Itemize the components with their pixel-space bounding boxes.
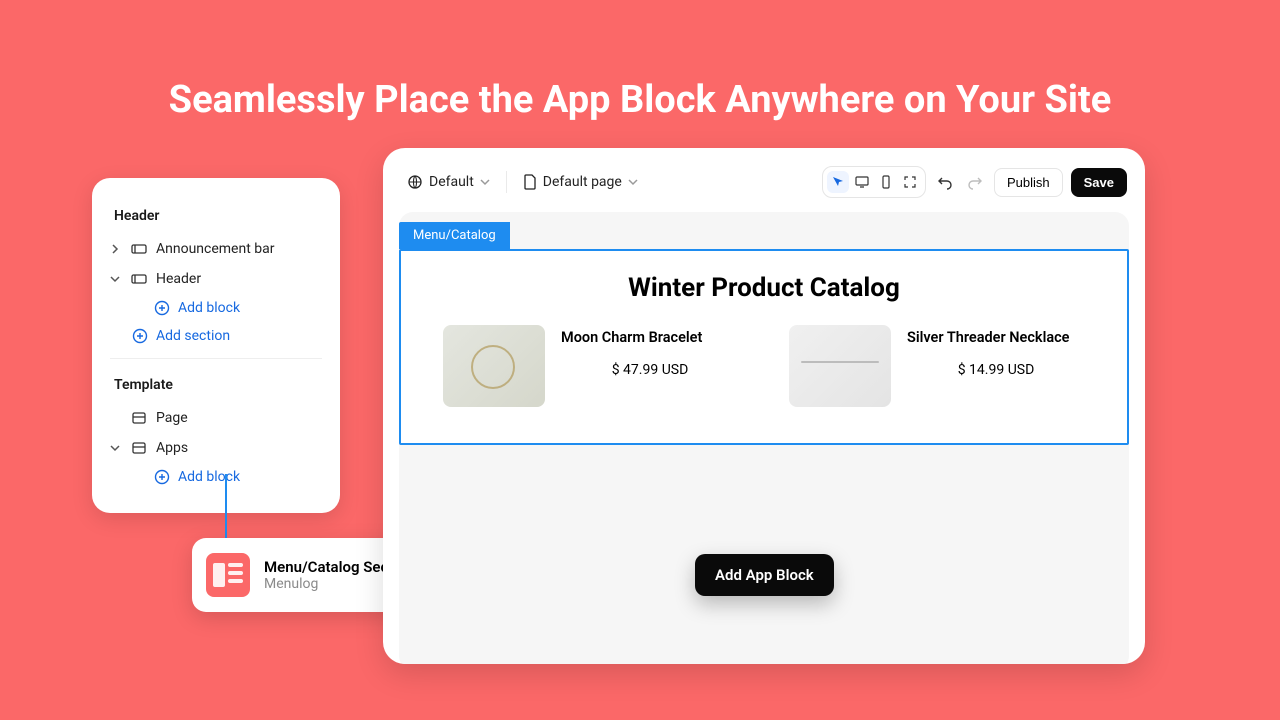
divider <box>506 171 507 193</box>
add-block-label: Add block <box>178 469 240 485</box>
sidebar-item-apps[interactable]: Apps <box>106 433 326 463</box>
sidebar-heading-template: Template <box>106 367 326 403</box>
plus-circle-icon <box>154 469 170 485</box>
section-icon <box>130 240 148 258</box>
page-dropdown[interactable]: Default page <box>523 174 638 190</box>
theme-name: Default <box>429 174 474 190</box>
editor-topbar: Default Default page <box>383 148 1145 206</box>
app-block-icon <box>206 553 250 597</box>
sidebar-item-label: Announcement bar <box>156 241 275 257</box>
sidebar-item-announcement-bar[interactable]: Announcement bar <box>106 234 326 264</box>
plus-circle-icon <box>132 328 148 344</box>
chevron-right-icon <box>108 244 122 254</box>
chevron-down-icon <box>480 177 490 187</box>
theme-editor-sidebar: Header Announcement bar Header Add block… <box>92 178 340 513</box>
page-name: Default page <box>543 174 622 190</box>
chevron-down-icon <box>628 177 638 187</box>
undo-icon[interactable] <box>934 171 956 193</box>
product-row: Moon Charm Bracelet $ 47.99 USD Silver T… <box>401 313 1127 443</box>
chevron-down-icon <box>108 274 122 284</box>
add-block-link[interactable]: Add block <box>106 294 326 322</box>
product-price: $ 47.99 USD <box>561 362 739 378</box>
product-price: $ 14.99 USD <box>907 362 1085 378</box>
add-block-label: Add block <box>178 300 240 316</box>
divider <box>110 358 322 359</box>
apps-icon <box>130 439 148 457</box>
product-name: Silver Threader Necklace <box>907 329 1085 346</box>
redo-icon[interactable] <box>964 171 986 193</box>
sidebar-heading-header: Header <box>106 198 326 234</box>
desktop-icon[interactable] <box>851 171 873 193</box>
hero-title: Seamlessly Place the App Block Anywhere … <box>0 78 1280 122</box>
topbar-right: Publish Save <box>822 166 1127 198</box>
page-icon <box>523 174 537 190</box>
globe-icon <box>407 174 423 190</box>
inspector-icon[interactable] <box>827 171 849 193</box>
publish-button[interactable]: Publish <box>994 168 1063 197</box>
sidebar-item-label: Header <box>156 271 201 287</box>
product-image <box>789 325 891 407</box>
selected-section-frame[interactable]: Winter Product Catalog Moon Charm Bracel… <box>399 249 1129 445</box>
add-app-block-button[interactable]: Add App Block <box>695 554 834 596</box>
topbar-left: Default Default page <box>407 171 638 193</box>
product-image <box>443 325 545 407</box>
add-section-label: Add section <box>156 328 230 344</box>
save-button[interactable]: Save <box>1071 168 1127 197</box>
product-card[interactable]: Moon Charm Bracelet $ 47.99 USD <box>443 325 739 407</box>
add-section-link[interactable]: Add section <box>106 322 326 350</box>
editor-canvas: Menu/Catalog Winter Product Catalog Moon… <box>399 212 1129 664</box>
page-icon <box>130 409 148 427</box>
fullscreen-icon[interactable] <box>899 171 921 193</box>
catalog-title: Winter Product Catalog <box>401 251 1127 313</box>
mobile-icon[interactable] <box>875 171 897 193</box>
theme-dropdown[interactable]: Default <box>407 174 490 190</box>
product-card[interactable]: Silver Threader Necklace $ 14.99 USD <box>789 325 1085 407</box>
sidebar-item-page[interactable]: Page <box>106 403 326 433</box>
sidebar-item-label: Page <box>156 410 188 426</box>
device-preview-group <box>822 166 926 198</box>
chevron-down-icon <box>108 443 122 453</box>
plus-circle-icon <box>154 300 170 316</box>
add-block-link-apps[interactable]: Add block <box>106 463 326 491</box>
section-icon <box>130 270 148 288</box>
sidebar-item-header[interactable]: Header <box>106 264 326 294</box>
product-name: Moon Charm Bracelet <box>561 329 739 346</box>
sidebar-item-label: Apps <box>156 440 188 456</box>
selection-tab[interactable]: Menu/Catalog <box>399 222 510 249</box>
